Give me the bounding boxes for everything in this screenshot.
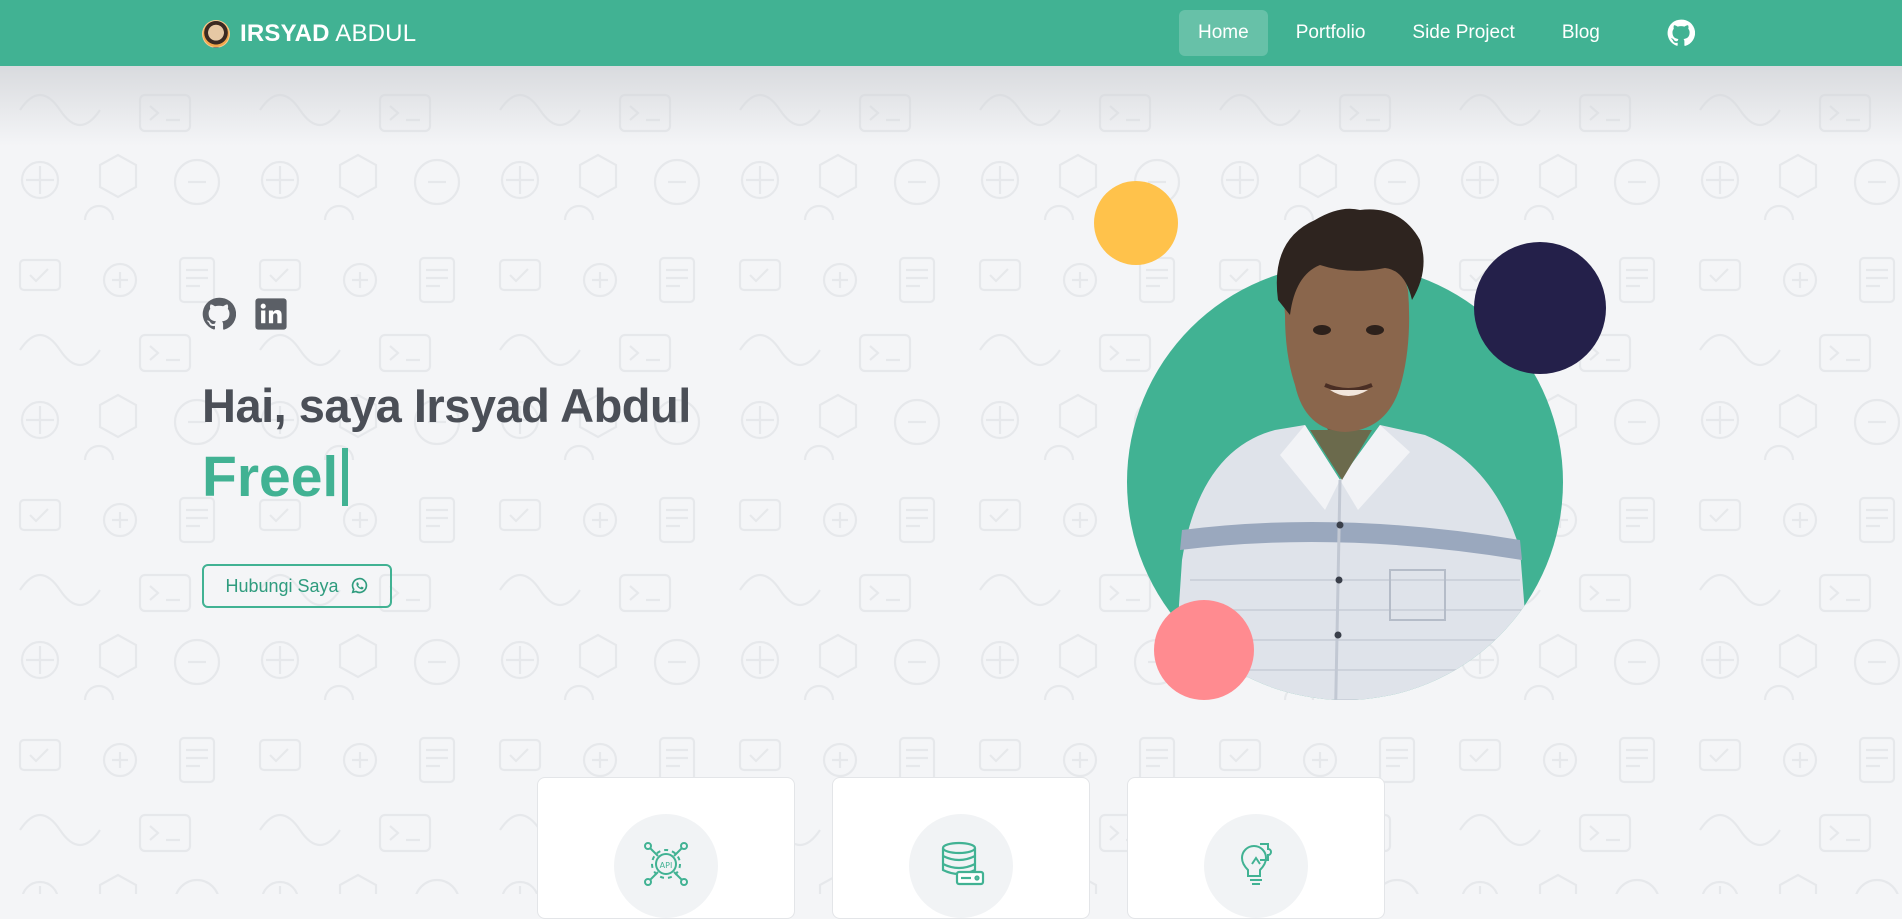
navy-accent-circle [1474, 242, 1606, 374]
feature-card [1127, 777, 1385, 919]
profile-illustration [1094, 181, 1606, 700]
svg-text:API: API [660, 861, 673, 870]
card-icon-circle [1204, 814, 1308, 918]
contact-button[interactable]: Hubungi Saya [202, 564, 392, 608]
card-icon-circle: API [614, 814, 718, 918]
linkedin-icon[interactable] [254, 297, 288, 331]
whatsapp-icon [351, 577, 367, 594]
avatar [202, 20, 230, 48]
github-icon[interactable] [1667, 19, 1695, 47]
nav-home[interactable]: Home [1179, 10, 1268, 56]
nav-blog[interactable]: Blog [1543, 10, 1619, 56]
typed-role-text: Freel [202, 444, 349, 510]
typing-caret [342, 448, 349, 506]
social-links [202, 297, 288, 331]
hero-title: Hai, saya Irsyad Abdul [202, 379, 691, 432]
github-icon[interactable] [202, 297, 236, 331]
header-shadow [0, 66, 1902, 146]
brand-last-name: ABDUL [335, 20, 417, 47]
contact-button-label: Hubungi Saya [225, 575, 339, 596]
nav-portfolio[interactable]: Portfolio [1277, 10, 1385, 56]
navbar: IRSYAD ABDUL Home Portfolio Side Project… [0, 0, 1902, 66]
nav-links: Home Portfolio Side Project Blog [1179, 9, 1628, 57]
yellow-accent-circle [1094, 181, 1178, 265]
nav-side-project[interactable]: Side Project [1393, 10, 1533, 56]
brand-first-name: IRSYAD [240, 20, 330, 47]
feature-card [832, 777, 1090, 919]
api-gear-icon: API [644, 842, 688, 886]
database-server-icon [941, 841, 985, 886]
pink-accent-circle [1154, 600, 1254, 700]
card-icon-circle [909, 814, 1013, 918]
typed-text: Freel [202, 445, 339, 509]
lightbulb-puzzle-icon [1240, 843, 1272, 885]
feature-card: API [537, 777, 795, 919]
brand-logo[interactable]: IRSYAD ABDUL [202, 20, 416, 48]
